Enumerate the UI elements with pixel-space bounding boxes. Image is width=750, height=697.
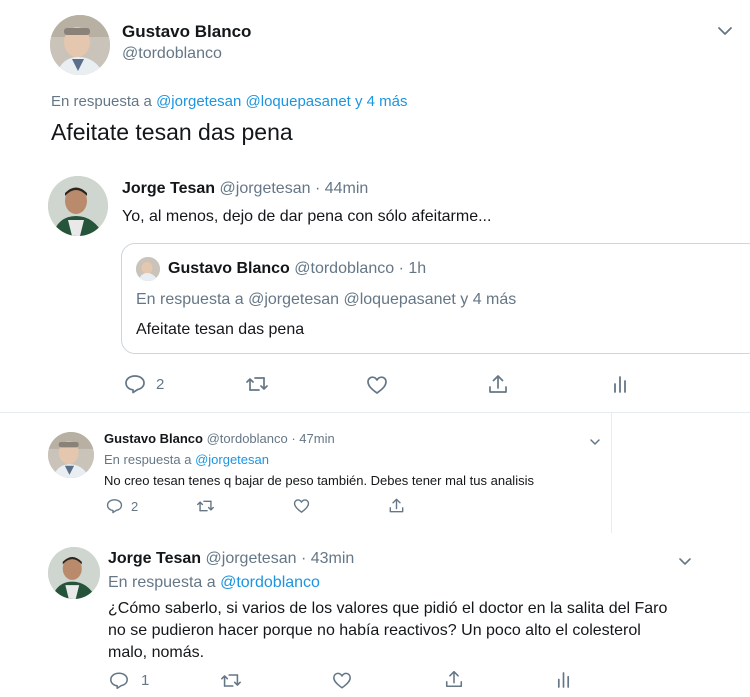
column-divider [611,413,612,533]
divider [0,412,750,413]
tweet-header: Jorge Tesan @jorgetesan · 44min [122,180,368,198]
tweet-text: ¿Cómo saberlo, si varios de los valores … [108,598,708,664]
author-handle[interactable]: @tordoblanco [207,431,288,446]
tweet-text: Afeitate tesan das pena [51,119,293,145]
like-button[interactable] [332,671,352,690]
quoted-reply-context: En respuesta a @jorgetesan @loquepasanet… [136,291,516,309]
heart-icon [293,499,310,513]
reply-count: 2 [131,498,139,514]
reply-prefix: En respuesta a [136,291,244,308]
like-button[interactable] [366,375,388,395]
tweet-header: Jorge Tesan @jorgetesan · 43min [108,550,354,568]
author-name[interactable]: Gustavo Blanco [104,431,203,446]
retweet-button[interactable] [245,375,269,393]
quoted-tweet[interactable]: Gustavo Blanco @tordoblanco · 1h En resp… [121,243,750,354]
like-button[interactable] [293,498,310,514]
reply-context: En respuesta a @jorgetesan @loquepasanet… [51,93,408,110]
heart-icon [367,376,387,394]
tweet-text-line: no se pudieron hacer porque no había rea… [108,622,641,639]
author-name[interactable]: Jorge Tesan [108,550,201,567]
analytics-icon [557,672,570,688]
reply-icon [125,375,145,394]
reply-icon [110,672,128,689]
quoted-tweet-time: · 1h [398,260,427,277]
share-button[interactable] [388,497,405,514]
reply-context: En respuesta a @jorgetesan [104,452,269,467]
avatar-gustavo-small [136,257,160,281]
reply-count: 1 [141,672,150,689]
tweet-text: No creo tesan tenes q bajar de peso tamb… [104,473,534,488]
chevron-down-icon[interactable] [678,553,692,565]
tweet-time[interactable]: · 47min [291,431,334,446]
reply-prefix: En respuesta a [51,93,152,110]
retweet-button[interactable] [220,672,242,689]
reply-context: En respuesta a @tordoblanco [108,574,320,592]
share-button[interactable] [487,373,509,395]
retweet-button[interactable] [196,499,215,513]
quoted-tweet-text: Afeitate tesan das pena [136,321,305,338]
reply-count: 2 [156,375,165,393]
reply-mentions[interactable]: @jorgetesan @loquepasanet y 4 más [156,93,407,110]
reply-button[interactable]: 2 [124,374,164,394]
tweet-time[interactable]: · 43min [301,550,354,567]
quoted-tweet-header: Gustavo Blanco @tordoblanco · 1h [168,260,426,278]
author-handle[interactable]: @jorgetesan [220,180,311,197]
retweet-icon [197,500,214,512]
tweet-header: Gustavo Blanco @tordoblanco · 47min [104,431,335,446]
avatar-gustavo[interactable] [50,15,110,75]
share-icon [445,670,463,688]
chevron-down-icon[interactable] [589,434,601,445]
reply-button[interactable]: 1 [109,671,149,690]
avatar-gustavo[interactable] [48,432,94,478]
author-handle[interactable]: @tordoblanco [122,45,222,63]
analytics-button[interactable] [612,374,628,394]
avatar-jorge[interactable] [48,176,108,236]
tweet-text: Yo, al menos, dejo de dar pena con sólo … [122,208,492,225]
chevron-down-icon[interactable] [716,24,734,38]
tweet-time[interactable]: · 44min [315,180,368,197]
retweet-icon [221,674,241,687]
quoted-author-name: Gustavo Blanco [168,260,290,277]
reply-mentions: @jorgetesan @loquepasanet y 4 más [248,291,517,308]
tweet-text-line: ¿Cómo saberlo, si varios de los valores … [108,600,668,617]
author-name[interactable]: Jorge Tesan [122,180,215,197]
heart-icon [333,672,351,689]
retweet-icon [246,377,268,391]
reply-prefix: En respuesta a [104,452,192,467]
analytics-icon [614,376,626,393]
avatar-jorge[interactable] [48,547,100,599]
reply-prefix: En respuesta a [108,574,216,591]
reply-mentions[interactable]: @jorgetesan [195,452,269,467]
author-name[interactable]: Gustavo Blanco [122,22,251,42]
reply-button[interactable]: 2 [106,498,138,514]
reply-icon [106,499,123,514]
share-icon [389,498,404,513]
analytics-button[interactable] [556,670,571,689]
share-button[interactable] [444,669,464,689]
reply-mentions[interactable]: @tordoblanco [220,574,320,591]
author-handle[interactable]: @jorgetesan [206,550,297,567]
tweet-text-line: malo, nomás. [108,644,205,661]
quoted-author-handle: @tordoblanco [294,260,395,277]
share-icon [489,375,507,393]
